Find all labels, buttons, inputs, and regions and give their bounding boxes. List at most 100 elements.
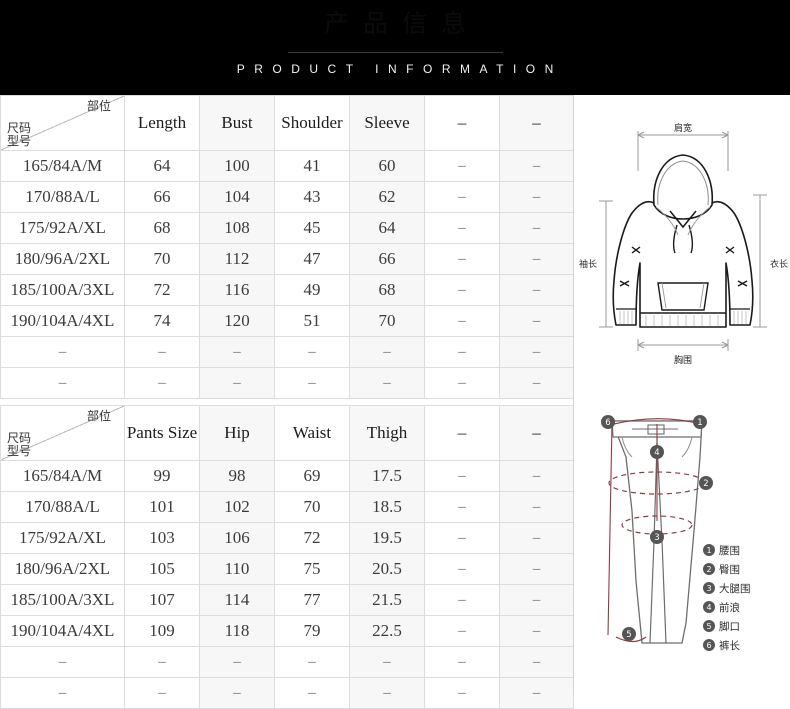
measurement-cell: –	[424, 553, 500, 585]
measurement-cell: 110	[199, 553, 275, 585]
size-code-cell: 185/100A/3XL	[0, 274, 125, 306]
legend-label-5: 脚口	[719, 620, 740, 633]
measurement-cell: –	[499, 646, 574, 678]
corner-size-label: 尺码 型号	[7, 432, 31, 458]
measurement-cell: 101	[124, 491, 200, 523]
table-header-row: 部位 尺码 型号 Pants Size Hip Waist Thigh – –	[0, 405, 574, 461]
table-row: 165/84A/M 99 98 69 17.5– –	[0, 460, 574, 492]
measurement-cell: –	[274, 336, 350, 368]
measurement-cell: 66	[349, 243, 425, 275]
measurement-cell: –	[499, 243, 574, 275]
measurement-cell: 118	[199, 615, 275, 647]
measurement-cell: 98	[199, 460, 275, 492]
callout-3-number: 3	[654, 533, 659, 543]
measurement-cell: 19.5	[349, 522, 425, 554]
corner-size-line2: 型号	[7, 134, 32, 148]
table-row: 175/92A/XL 68 108 45 64– –	[0, 212, 574, 244]
top-size-table: 部位 尺码 型号 Length Bust Shoulder Sleeve – –165/84A/…	[0, 95, 574, 399]
hoodie-shoulder-label: 肩宽	[674, 122, 692, 134]
measurement-cell: 114	[199, 584, 275, 616]
measurement-cell: 99	[124, 460, 200, 492]
callout-6-number: 6	[605, 418, 610, 428]
measurement-cell: 60	[349, 150, 425, 182]
size-code-cell: 175/92A/XL	[0, 522, 125, 554]
size-code-cell: 185/100A/3XL	[0, 584, 125, 616]
measurement-cell: 109	[124, 615, 200, 647]
legend-label-6: 裤长	[719, 639, 740, 652]
product-information-banner: 产品信息 PRODUCT INFORMATION	[0, 0, 790, 95]
measurement-cell: –	[124, 646, 200, 678]
legend-label-4: 前浪	[719, 601, 740, 614]
measurement-cell: –	[199, 646, 275, 678]
hoodie-outline	[612, 200, 754, 328]
measurement-cell: –	[499, 181, 574, 213]
measurement-cell: –	[349, 677, 425, 709]
callout-1-number: 1	[697, 418, 702, 428]
size-code-cell: 170/88A/L	[0, 491, 125, 523]
measurement-cell: –	[424, 243, 500, 275]
size-chart-page: 产品信息 PRODUCT INFORMATION 部位 尺码 型号 Length Bus…	[0, 0, 790, 709]
measurement-cell: 20.5	[349, 553, 425, 585]
measurement-cell: –	[424, 212, 500, 244]
column-header-5: –	[424, 405, 500, 461]
measurement-cell: –	[349, 336, 425, 368]
header-corner-cell: 部位尺码 型号	[0, 405, 125, 461]
callout-2-number: 2	[703, 479, 708, 489]
measurement-cell: 18.5	[349, 491, 425, 523]
table-row: 170/88A/L 101 102 70 18.5– –	[0, 491, 574, 523]
measurement-cell: 102	[199, 491, 275, 523]
measurement-cell: –	[499, 553, 574, 585]
measurement-cell: –	[499, 615, 574, 647]
measurement-cell: 105	[124, 553, 200, 585]
legend-number-6: 6	[706, 641, 711, 650]
column-header-1: Pants Size	[124, 405, 200, 461]
column-header-2: Bust	[199, 95, 275, 151]
table-row: – – – – – – –	[0, 367, 574, 399]
measurement-cell: 70	[124, 243, 200, 275]
measurement-cell: –	[124, 677, 200, 709]
corner-size-label: 尺码 型号	[7, 122, 31, 148]
measurement-cell: 41	[274, 150, 350, 182]
column-header-1: Length	[124, 95, 200, 151]
measurement-cell: 72	[274, 522, 350, 554]
size-code-cell: 190/104A/4XL	[0, 615, 125, 647]
measurement-cell: –	[499, 367, 574, 399]
corner-part-label: 部位	[86, 409, 111, 423]
measurement-cell: –	[424, 677, 500, 709]
measurement-cell: 21.5	[349, 584, 425, 616]
callout-4-number: 4	[654, 448, 659, 458]
legend-label-2: 臀围	[719, 564, 740, 576]
measurement-cell: 22.5	[349, 615, 425, 647]
measurement-cell: –	[499, 460, 574, 492]
table-row: 180/96A/2XL 105 110 75 20.5– –	[0, 553, 574, 585]
measurement-cell: 43	[274, 181, 350, 213]
measurement-cell: 79	[274, 615, 350, 647]
table-row: 180/96A/2XL 70 112 47 66– –	[0, 243, 574, 275]
content-area: 部位 尺码 型号 Length Bust Shoulder Sleeve – –165/84A/…	[0, 95, 790, 709]
column-header-3: Shoulder	[274, 95, 350, 151]
measurement-cell: –	[499, 150, 574, 182]
corner-size-line2: 型号	[7, 444, 32, 458]
table-row: 190/104A/4XL 109 118 79 22.5– –	[0, 615, 574, 647]
measurement-cell: –	[349, 646, 425, 678]
table-row: 170/88A/L 66 104 43 62– –	[0, 181, 574, 213]
measurement-cell: –	[424, 150, 500, 182]
measurement-cell: 103	[124, 522, 200, 554]
measurement-cell: –	[499, 274, 574, 306]
size-code-cell: –	[0, 336, 125, 368]
legend-number-1: 1	[706, 546, 711, 555]
figures-column: 肩宽 袖长 衣长 胸围 1 2 3 4 5 6 1 腰围 2 臀围 3 大腿围 …	[573, 95, 790, 695]
column-header-4: Sleeve	[349, 95, 425, 151]
measurement-cell: –	[424, 615, 500, 647]
measurement-cell: –	[499, 305, 574, 337]
table-row: 165/84A/M 64 100 41 60– –	[0, 150, 574, 182]
measurement-cell: –	[424, 181, 500, 213]
column-header-6: –	[499, 95, 574, 151]
measurement-cell: 74	[124, 305, 200, 337]
measurement-cell: –	[274, 646, 350, 678]
table-row: 175/92A/XL 103 106 72 19.5– –	[0, 522, 574, 554]
measurement-cell: –	[124, 367, 200, 399]
measurement-cell: 106	[199, 522, 275, 554]
legend-number-5: 5	[706, 622, 711, 631]
measurement-cell: 68	[349, 274, 425, 306]
